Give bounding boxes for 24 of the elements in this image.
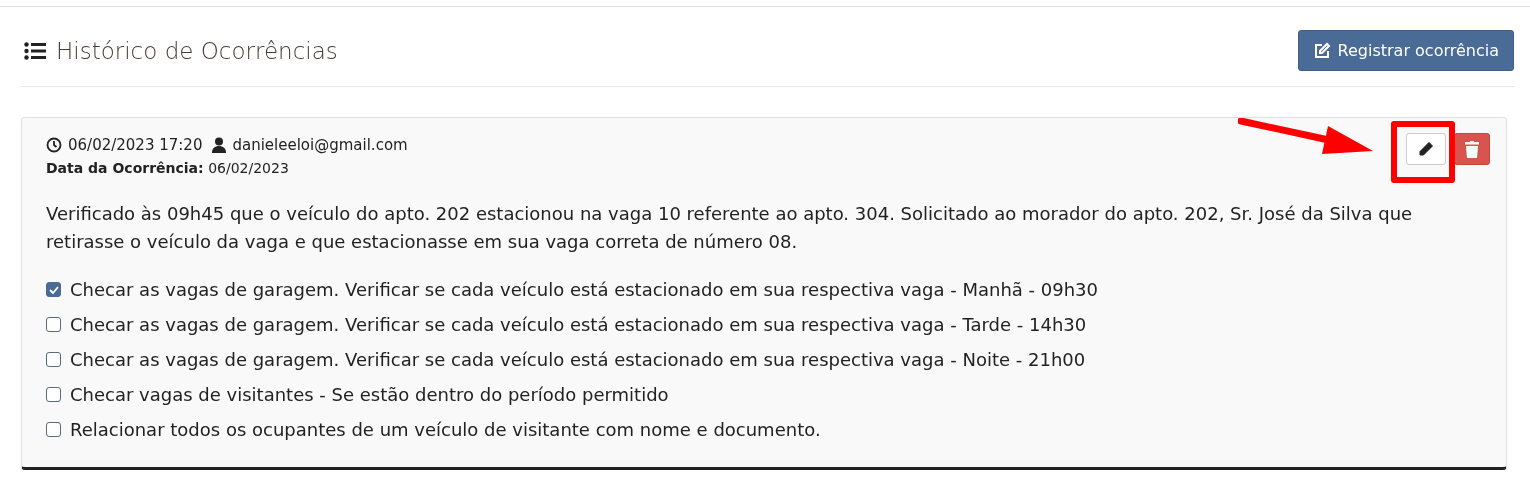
register-button[interactable]: Registrar ocorrência (1297, 30, 1514, 71)
clock-icon (46, 137, 62, 153)
checkbox[interactable] (46, 282, 61, 297)
edit-button[interactable] (1406, 133, 1446, 165)
checklist-label: Checar as vagas de garagem. Verificar se cada veículo está estacionado em sua respectiva vaga - Noite - 21h00 (70, 349, 1086, 370)
user-icon (212, 137, 227, 153)
checklist-label: Checar vagas de visitantes - Se estão dentro do período permitido (70, 384, 669, 405)
checklist-label: Relacionar todos os ocupantes de um veículo de visitante com nome e documento. (70, 419, 821, 440)
list-icon (24, 41, 46, 60)
occurrence-date: Data da Ocorrência: 06/02/2023 (46, 160, 290, 176)
page-title: Histórico de Ocorrências (56, 37, 338, 64)
delete-button[interactable] (1454, 133, 1490, 165)
description: Verificado às 09h45 que o veículo do apto. 202 estacionou na vaga 10 referente ao apto. 304. Solicitado ao morador do apto. 202, Sr. José da Silva que retirasse o veículo da vaga e que estacionasse em sua vaga correta de número 08. (46, 202, 1414, 254)
edit-icon (1312, 41, 1331, 60)
checklist-label: Checar as vagas de garagem. Verificar se cada veículo está estacionado em sua respectiva vaga - Manhã - 09h30 (70, 279, 1098, 300)
checkbox[interactable] (46, 387, 61, 402)
checkbox[interactable] (46, 317, 61, 332)
checkbox[interactable] (46, 352, 61, 367)
pencil-icon (1418, 141, 1434, 157)
checkbox[interactable] (46, 422, 61, 437)
checklist-label: Checar as vagas de garagem. Verificar se cada veículo está estacionado em sua respectiva vaga - Tarde - 14h30 (70, 314, 1087, 335)
trash-icon (1465, 140, 1479, 158)
timestamp: 06/02/2023 17:20 (68, 136, 203, 154)
user-email: danieleeloi@gmail.com (232, 136, 408, 154)
